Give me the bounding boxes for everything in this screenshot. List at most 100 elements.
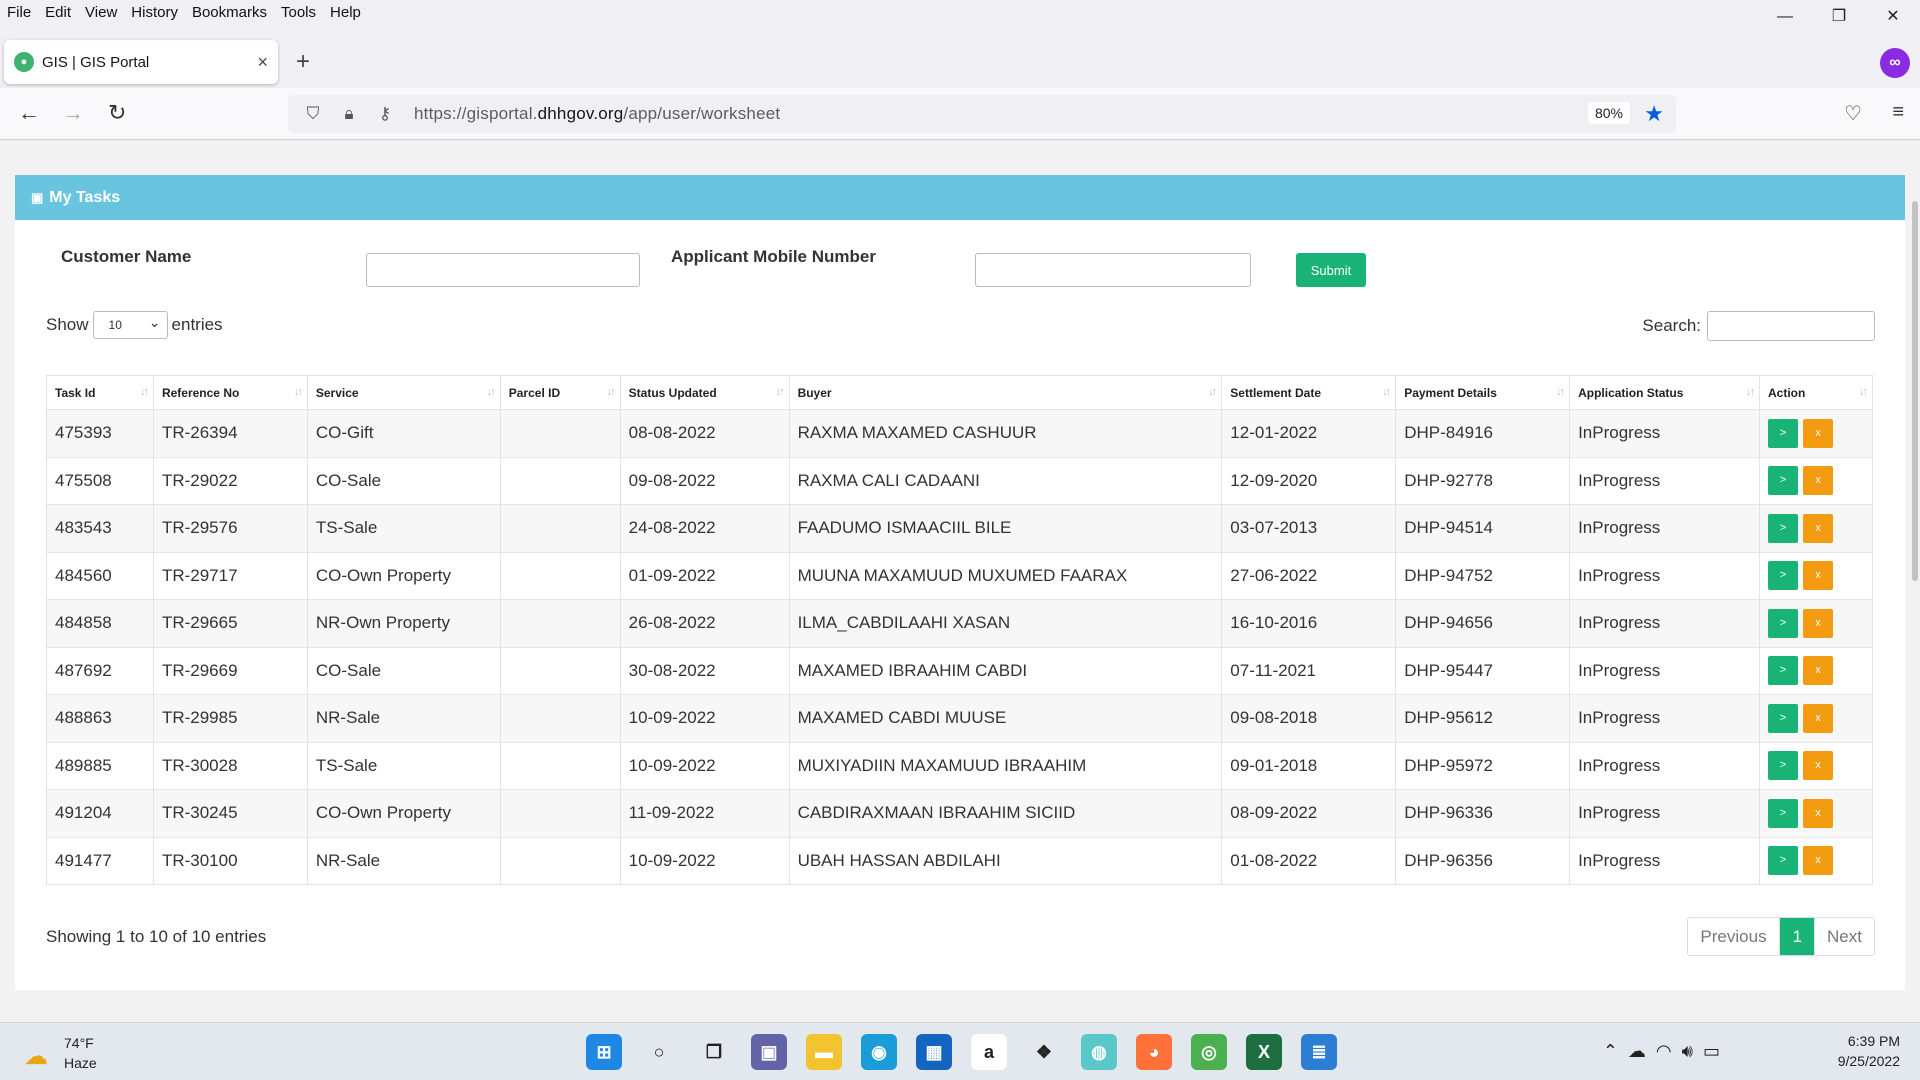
table-cell: DHP-95612 — [1395, 694, 1571, 742]
column-header[interactable]: Reference No ↓↑ — [152, 375, 308, 410]
volume-icon[interactable]: 🔊︎ — [1682, 1041, 1693, 1062]
teams-chat-icon[interactable]: ▣ — [751, 1034, 787, 1070]
column-header[interactable]: Task Id ↓↑ — [46, 375, 154, 410]
start-icon[interactable]: ⊞ — [586, 1034, 622, 1070]
page-scrollbar[interactable] — [1912, 201, 1918, 581]
cancel-task-button[interactable]: x — [1802, 513, 1833, 543]
reload-icon[interactable]: ↻ — [108, 100, 126, 126]
open-task-button[interactable]: > — [1767, 751, 1798, 781]
menu-help[interactable]: Help — [323, 4, 368, 21]
filter-form: Customer Name Applicant Mobile Number Su… — [46, 245, 1896, 287]
clock[interactable]: 6:39 PM 9/25/2022 — [1838, 1031, 1900, 1071]
menu-view[interactable]: View — [78, 4, 124, 21]
table-cell: CO-Sale — [306, 646, 501, 695]
battery-icon[interactable]: ▭ — [1703, 1041, 1720, 1062]
open-task-button[interactable]: > — [1767, 513, 1798, 543]
column-header[interactable]: Service ↓↑ — [306, 375, 501, 410]
open-task-button[interactable]: > — [1767, 608, 1798, 638]
menu-edit[interactable]: Edit — [38, 4, 78, 21]
pocket-icon[interactable]: ♡ — [1844, 101, 1862, 126]
cancel-task-button[interactable]: x — [1802, 798, 1833, 828]
bookmark-star-icon[interactable]: ★ — [1644, 101, 1664, 127]
key-icon[interactable]: ⚷ — [374, 104, 396, 124]
open-task-button[interactable]: > — [1767, 466, 1798, 496]
cancel-task-button[interactable]: x — [1802, 608, 1833, 638]
mobile-number-input[interactable] — [975, 253, 1251, 287]
menu-history[interactable]: History — [124, 4, 185, 21]
store-icon[interactable]: ▦ — [916, 1034, 952, 1070]
chevron-up-icon[interactable]: ⌃ — [1603, 1041, 1618, 1062]
search-icon[interactable]: ○ — [641, 1034, 677, 1070]
cancel-task-button[interactable]: x — [1802, 703, 1833, 733]
previous-button[interactable]: Previous — [1688, 918, 1780, 955]
column-header[interactable]: Buyer ↓↑ — [788, 375, 1223, 410]
page-1-button[interactable]: 1 — [1779, 918, 1815, 955]
wifi-icon[interactable]: ◠ — [1656, 1041, 1672, 1062]
open-task-button[interactable]: > — [1767, 798, 1798, 828]
back-icon[interactable]: ← — [18, 100, 40, 126]
column-header-label: Payment Details — [1404, 385, 1497, 400]
open-task-button[interactable]: > — [1767, 703, 1798, 733]
cancel-task-button[interactable]: x — [1802, 466, 1833, 496]
table-cell: RAXMA MAXAMED CASHUUR — [788, 409, 1223, 457]
table-cell: CO-Own Property — [306, 551, 501, 600]
action-cell: > x — [1758, 551, 1874, 600]
search-input[interactable] — [1707, 311, 1875, 341]
column-header[interactable]: Action ↓↑ — [1758, 375, 1874, 410]
lock-icon[interactable]: 🔒︎ — [338, 104, 360, 124]
new-tab-icon[interactable]: + — [296, 48, 310, 76]
open-task-button[interactable]: > — [1767, 846, 1798, 876]
file-explorer-icon[interactable]: ▬ — [806, 1034, 842, 1070]
cancel-task-button[interactable]: x — [1802, 846, 1833, 876]
weather-widget[interactable]: ☁ 74°F Haze — [24, 1033, 97, 1073]
table-cell: DHP-96336 — [1395, 789, 1571, 837]
open-task-button[interactable]: > — [1767, 656, 1798, 686]
column-header[interactable]: Payment Details ↓↑ — [1395, 375, 1571, 410]
submit-button[interactable]: Submit — [1296, 253, 1366, 287]
search-label: Search: — [1642, 316, 1701, 335]
column-header[interactable]: Settlement Date ↓↑ — [1221, 375, 1397, 410]
account-icon[interactable]: ∞ — [1880, 48, 1910, 78]
open-task-button[interactable]: > — [1767, 418, 1798, 448]
menu-file[interactable]: File — [0, 4, 38, 21]
chrome-icon[interactable]: ◎ — [1191, 1034, 1227, 1070]
firefox-icon[interactable]: ◕ — [1136, 1034, 1172, 1070]
menu-bookmarks[interactable]: Bookmarks — [185, 4, 274, 21]
zoom-level[interactable]: 80% — [1587, 102, 1630, 124]
column-header[interactable]: Status Updated ↓↑ — [619, 375, 790, 410]
hamburger-menu-icon[interactable]: ≡ — [1892, 101, 1904, 124]
table-row: 484858 TR-29665 NR-Own Property 26-08-2022 I… — [46, 599, 1874, 647]
table-cell: CABDIRAXMAAN IBRAAHIM SICIID — [788, 789, 1223, 837]
cancel-task-button[interactable]: x — [1802, 418, 1833, 448]
cancel-task-button[interactable]: x — [1802, 656, 1833, 686]
open-task-button[interactable]: > — [1767, 561, 1798, 591]
cancel-task-button[interactable]: x — [1802, 561, 1833, 591]
messenger-icon[interactable]: ◍ — [1081, 1034, 1117, 1070]
column-header[interactable]: Parcel ID ↓↑ — [499, 375, 621, 410]
browser-tab[interactable]: ● GIS | GIS Portal × — [4, 40, 278, 84]
table-cell: NR-Sale — [306, 836, 501, 885]
address-bar[interactable]: ⛉ 🔒︎ ⚷ https://gisportal.dhhgov.org/app/… — [288, 95, 1676, 133]
column-header-label: Application Status — [1578, 385, 1684, 400]
task-view-icon[interactable]: ❐ — [696, 1034, 732, 1070]
customer-name-input[interactable] — [366, 253, 640, 287]
notepad-icon[interactable]: ≣ — [1301, 1034, 1337, 1070]
dropbox-icon[interactable]: ❖ — [1026, 1034, 1062, 1070]
entries-select[interactable]: 10 — [92, 311, 168, 339]
table-cell: NR-Sale — [306, 694, 501, 742]
close-tab-icon[interactable]: × — [257, 52, 268, 73]
url-text[interactable]: https://gisportal.dhhgov.org/app/user/wo… — [414, 104, 780, 124]
onedrive-icon[interactable]: ☁ — [1628, 1041, 1646, 1062]
excel-icon[interactable]: X — [1246, 1034, 1282, 1070]
amazon-icon[interactable]: a — [971, 1034, 1007, 1070]
forward-icon[interactable]: → — [62, 100, 84, 126]
cancel-task-button[interactable]: x — [1802, 751, 1833, 781]
column-header[interactable]: Application Status ↓↑ — [1569, 375, 1760, 410]
edge-icon[interactable]: ◉ — [861, 1034, 897, 1070]
menu-tools[interactable]: Tools — [274, 4, 323, 21]
next-button[interactable]: Next — [1814, 918, 1874, 955]
shield-icon[interactable]: ⛉ — [302, 104, 324, 124]
table-cell: TR-29717 — [152, 551, 308, 600]
table-row: 487692 TR-29669 CO-Sale 30-08-2022 MAXAMED I… — [46, 646, 1874, 695]
table-cell: 07-11-2021 — [1221, 646, 1397, 695]
